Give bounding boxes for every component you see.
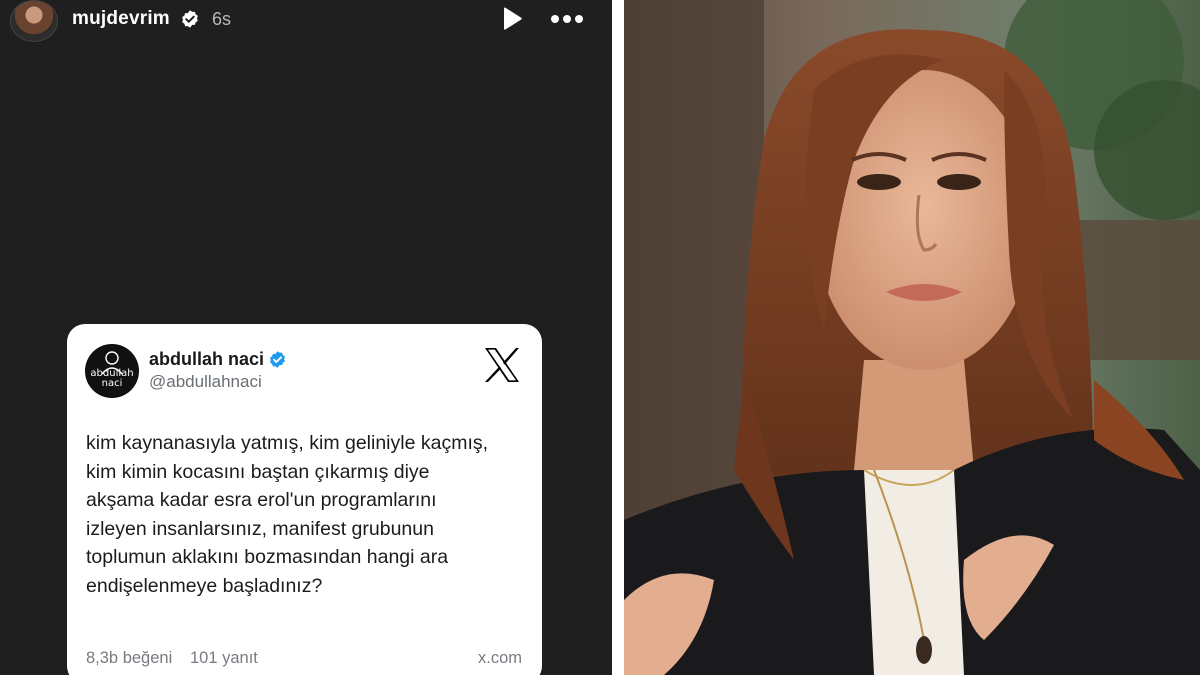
verified-badge-icon <box>270 351 285 368</box>
tweet-author-avatar[interactable]: abdullah naci <box>85 344 139 398</box>
tweet-reply-count[interactable]: 101 yanıt <box>190 649 258 668</box>
portrait-illustration <box>624 0 1200 675</box>
portrait-photo <box>624 0 1200 675</box>
story-header: mujdevrim 6s <box>0 0 612 42</box>
tweet-author-handle[interactable]: @abdullahnaci <box>149 372 262 392</box>
play-icon[interactable] <box>500 6 524 32</box>
panel-divider <box>612 0 624 675</box>
story-timestamp: 6s <box>212 9 232 29</box>
tweet-card[interactable]: abdullah naci abdullah naci @abdullahnac… <box>67 324 542 675</box>
tweet-author-name[interactable]: abdullah naci <box>149 349 264 370</box>
story-panel: mujdevrim 6s abdullah naci abdullah naci <box>0 0 612 675</box>
profile-avatar[interactable] <box>10 0 58 42</box>
tweet-footer: 8,3b beğeni 101 yanıt x.com <box>86 649 522 671</box>
avatar-logo-text: abdullah naci <box>90 368 134 389</box>
tweet-like-count[interactable]: 8,3b beğeni <box>86 649 172 668</box>
tweet-source-link[interactable]: x.com <box>478 649 522 668</box>
verified-badge-icon <box>182 10 198 28</box>
more-dots-icon[interactable] <box>548 7 586 31</box>
story-username[interactable]: mujdevrim <box>72 8 170 30</box>
tweet-text: kim kaynanasıyla yatmış, kim geliniyle k… <box>86 432 489 597</box>
x-logo-icon[interactable] <box>483 346 521 384</box>
